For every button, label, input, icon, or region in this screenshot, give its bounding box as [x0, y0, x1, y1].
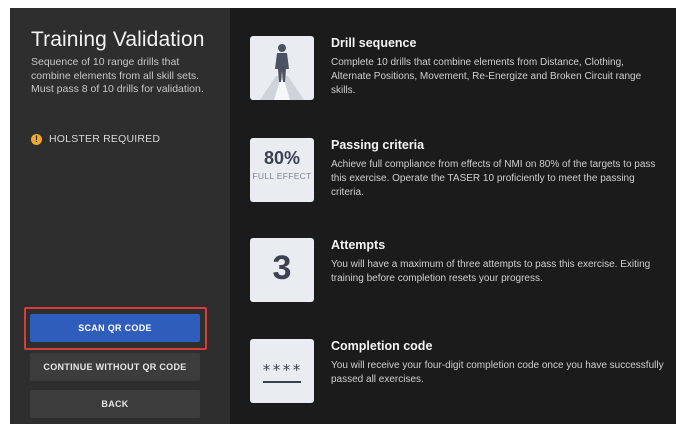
full-effect-percent: 80%: [263, 148, 301, 168]
full-effect-label: FULL EFFECT: [252, 171, 312, 181]
passing-criteria-title: Passing criteria: [331, 138, 425, 152]
attempts-text: You will have a maximum of three attempt…: [331, 259, 651, 284]
holster-notice-label: HOLSTER REQUIRED: [49, 133, 161, 145]
code-underline: [263, 381, 301, 383]
completion-code-badge: ****: [250, 339, 314, 403]
drill-sequence-text: Complete 10 drills that combine elements…: [331, 57, 642, 96]
passing-criteria-section: 80% FULL EFFECT Passing criteria Achieve…: [250, 138, 670, 208]
sidebar: Training Validation Sequence of 10 range…: [10, 8, 230, 424]
attempts-section: 3 Attempts You will have a maximum of th…: [250, 238, 670, 308]
attempts-badge: 3: [250, 238, 314, 302]
masked-code: ****: [261, 361, 303, 379]
drill-sequence-section: Drill sequence Complete 10 drills that c…: [250, 36, 670, 106]
back-button[interactable]: BACK: [30, 390, 200, 418]
app-window: Training Validation Sequence of 10 range…: [10, 8, 676, 424]
scan-qr-code-button[interactable]: SCAN QR CODE: [30, 314, 200, 342]
page-description: Sequence of 10 range drills that combine…: [31, 56, 204, 95]
passing-criteria-text: Achieve full compliance from effects of …: [331, 159, 656, 198]
completion-code-title: Completion code: [331, 339, 433, 353]
completion-code-text: You will receive your four-digit complet…: [331, 360, 664, 385]
page-title: Training Validation: [31, 28, 205, 51]
attempts-count: 3: [272, 249, 292, 287]
warning-icon: !: [31, 133, 42, 145]
continue-without-qr-code-button[interactable]: CONTINUE WITHOUT QR CODE: [30, 353, 200, 381]
person-silhouette-icon: [250, 36, 314, 100]
attempts-title: Attempts: [331, 238, 386, 252]
completion-code-section: **** Completion code You will receive yo…: [250, 339, 670, 409]
holster-notice: ! HOLSTER REQUIRED: [31, 133, 160, 145]
full-effect-badge: 80% FULL EFFECT: [250, 138, 314, 202]
drill-sequence-title: Drill sequence: [331, 36, 417, 50]
